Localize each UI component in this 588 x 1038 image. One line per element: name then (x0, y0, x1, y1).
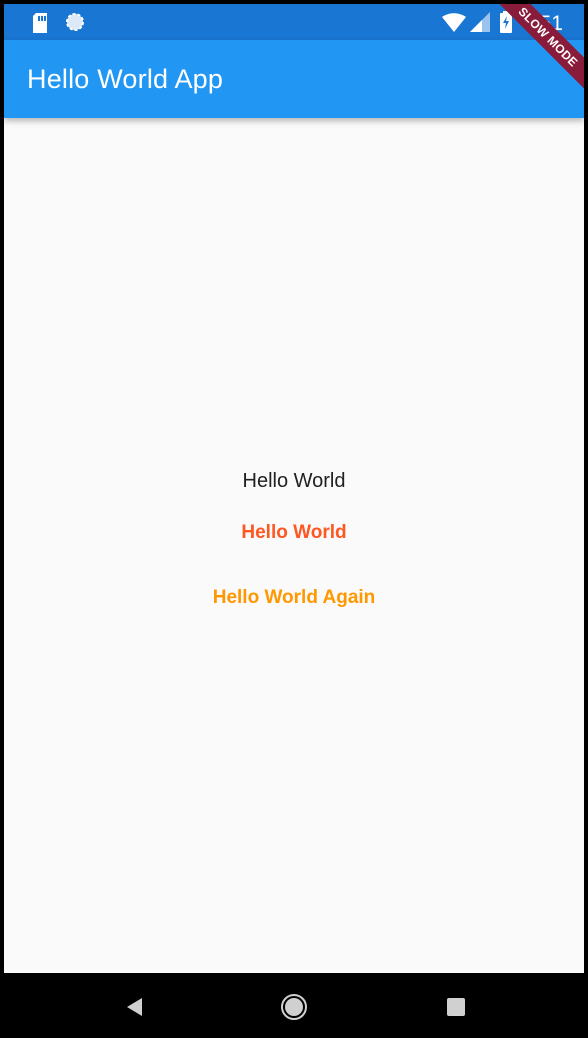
back-icon[interactable] (124, 996, 144, 1018)
home-icon[interactable] (280, 993, 308, 1021)
hello-world-again-text: Hello World Again (212, 587, 376, 608)
recents-icon[interactable] (446, 997, 466, 1017)
navigation-bar (0, 973, 588, 1038)
sd-card-icon (33, 13, 47, 33)
app-bar: Hello World App (4, 40, 584, 118)
app-title: Hello World App (27, 64, 224, 94)
screen: 7:51 SLOW MODE Hello World App Hello Wor… (4, 4, 584, 973)
hello-world-text: Hello World (242, 470, 346, 492)
signal-icon (470, 12, 490, 32)
sync-icon (66, 13, 84, 31)
content-area: Hello World Hello World Hello World Agai… (4, 118, 584, 973)
device-frame: 7:51 SLOW MODE Hello World App Hello Wor… (0, 0, 588, 1038)
wifi-icon (442, 13, 466, 32)
status-bar: 7:51 (4, 4, 584, 40)
hello-world-colored-text: Hello World (241, 522, 347, 543)
